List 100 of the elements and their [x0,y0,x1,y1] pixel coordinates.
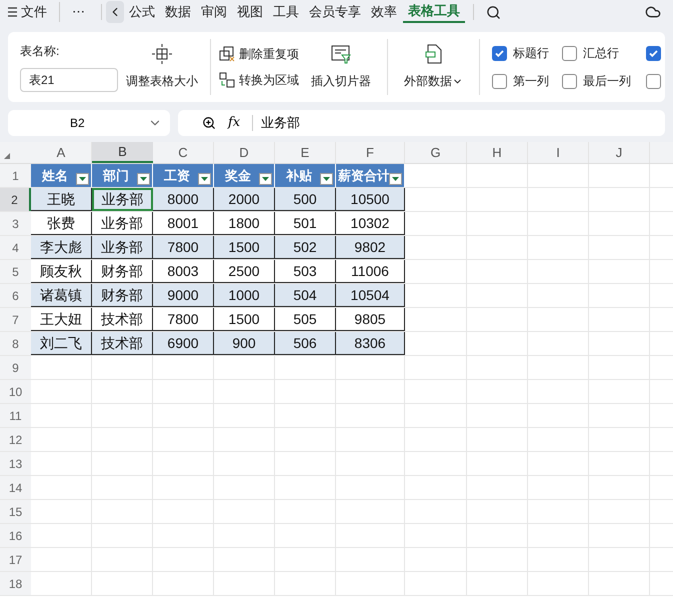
name-box[interactable]: B2 [8,110,170,136]
column-header[interactable]: B [92,142,153,163]
table-cell: 2500 [214,260,275,283]
table-header-cell: 薪资合计 [336,164,405,187]
column-header[interactable]: D [214,142,275,163]
table-cell: 技术部 [92,332,153,355]
row-header[interactable]: 1 [0,164,31,187]
ribbon-tab[interactable]: 表格工具 [403,1,465,23]
column-header[interactable]: F [336,142,405,163]
filter-button[interactable] [198,173,211,185]
resize-table-button[interactable]: 调整表格大小 [122,44,202,90]
checkbox[interactable] [492,46,507,60]
row-header[interactable]: 18 [0,572,31,595]
table-cell: 王晓 [31,188,92,211]
row-header[interactable]: 14 [0,476,31,499]
menu-icon [8,7,17,17]
table-cell: 504 [275,284,336,307]
row-header[interactable]: 5 [0,260,31,283]
row-header[interactable]: 15 [0,500,31,523]
table-header-cell: 奖金 [214,164,275,187]
external-data-button[interactable]: 外部数据 [392,44,475,90]
table-cell: 顾友秋 [31,260,92,283]
column-header[interactable]: G [405,142,467,163]
column-header[interactable]: H [467,142,528,163]
convert-to-range-button[interactable]: 转换为区域 [219,71,299,89]
ribbon-tab[interactable]: 效率 [366,1,402,23]
checkbox[interactable] [646,74,661,88]
scroll-left-button[interactable] [106,1,124,23]
table-cell: 8000 [153,188,214,211]
cloud-icon [645,4,661,20]
option-label: 最后一列 [583,73,631,90]
document-icon [424,44,442,64]
row-header[interactable]: 9 [0,356,31,379]
table-header-cell: 工资 [153,164,214,187]
table-cell: 9000 [153,284,214,307]
table-cell: 8001 [153,212,214,235]
row-header[interactable]: 2 [0,188,31,211]
row-header[interactable]: 4 [0,236,31,259]
table-cell: 500 [275,188,336,211]
row-header[interactable]: 12 [0,428,31,451]
ribbon-tab[interactable]: 会员专享 [304,1,366,23]
slicer-filter-icon [331,44,351,64]
table-cell: 业务部 [92,236,153,259]
ribbon-tab[interactable]: 公式 [124,1,160,23]
table-cell: 业务部 [92,212,153,235]
filter-button[interactable] [389,173,402,185]
table-resize-icon [152,44,172,64]
table-cell: 王大妞 [31,308,92,331]
table-cell: 900 [214,332,275,355]
caret-icon [323,177,330,181]
ribbon-tab[interactable]: 审阅 [196,1,232,23]
table-cell: 502 [275,236,336,259]
checkmark-icon [494,48,505,58]
formula-bar[interactable]: fx 业务部 [178,110,665,136]
checkbox[interactable] [646,46,661,60]
ribbon-tab[interactable]: 数据 [160,1,196,23]
remove-duplicates-button[interactable]: 删除重复项 [219,45,299,63]
column-header[interactable]: J [589,142,650,163]
table-cell: 503 [275,260,336,283]
filter-button[interactable] [137,173,150,185]
row-header[interactable]: 7 [0,308,31,331]
row-header[interactable]: 10 [0,380,31,403]
table-cell: 501 [275,212,336,235]
select-all-icon[interactable] [4,153,10,159]
checkbox[interactable] [562,74,577,88]
caret-icon [262,177,269,181]
insert-slicer-button[interactable]: 插入切片器 [299,44,383,90]
zoom-icon [202,116,216,130]
table-cell: 505 [275,308,336,331]
checkbox[interactable] [562,46,577,60]
column-header[interactable]: E [275,142,336,163]
column-header[interactable]: I [528,142,589,163]
row-header[interactable]: 6 [0,284,31,307]
table-cell: 10500 [336,188,405,211]
table-header-cell: 部门 [92,164,153,187]
row-header[interactable]: 11 [0,404,31,427]
filter-button[interactable] [259,173,272,185]
table-name-label: 表名称: [20,43,60,60]
column-header[interactable]: C [153,142,214,163]
table-cell: 7800 [153,308,214,331]
table-name-field[interactable]: 表21 [20,68,118,92]
file-menu[interactable]: 文件 [8,2,59,22]
table-cell: 8306 [336,332,405,355]
filter-button[interactable] [76,173,89,185]
row-header[interactable]: 16 [0,524,31,547]
function-label: fx [228,114,240,132]
row-header[interactable]: 17 [0,548,31,571]
ribbon-tab[interactable]: 工具 [268,1,304,23]
row-header[interactable]: 3 [0,212,31,235]
filter-button[interactable] [320,173,333,185]
row-header[interactable]: 13 [0,452,31,475]
row-header[interactable]: 8 [0,332,31,355]
caret-icon [392,177,399,181]
checkbox[interactable] [492,74,507,88]
more-button[interactable]: ⋯ [59,2,97,22]
ribbon-tab[interactable]: 视图 [232,1,268,23]
table-cell: 业务部 [92,188,153,211]
option-label: 第一列 [513,73,549,90]
table-cell: 10504 [336,284,405,307]
table-cell: 2000 [214,188,275,211]
